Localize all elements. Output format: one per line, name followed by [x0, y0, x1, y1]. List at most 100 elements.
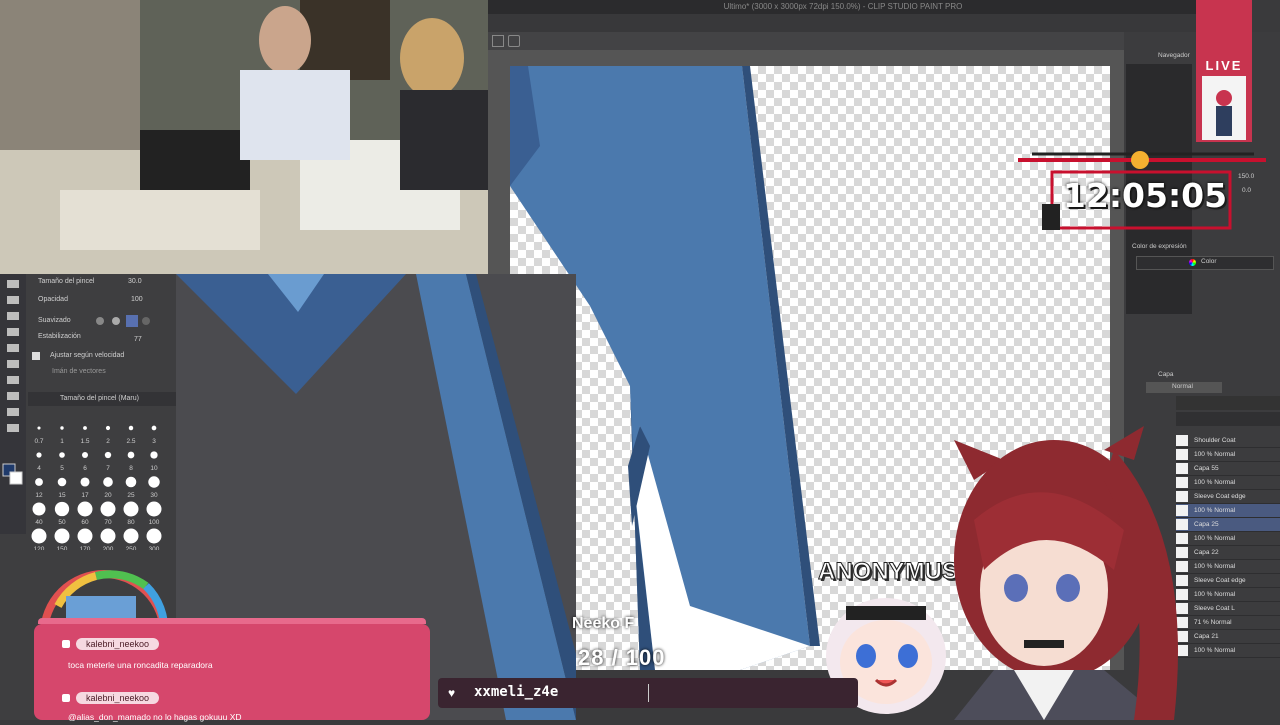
- eraser-tool-icon[interactable]: [7, 312, 19, 320]
- opacity-value[interactable]: 100: [131, 296, 143, 303]
- menu-icon[interactable]: [492, 35, 504, 47]
- brush-size-label: 250: [126, 546, 137, 550]
- brush-size-dot[interactable]: [77, 501, 93, 517]
- brush-size-dot[interactable]: [104, 451, 112, 459]
- brush-size-label: 25: [127, 492, 135, 499]
- brush-size-label: 100: [149, 519, 160, 526]
- brush-size-label: Tamaño del pincel: [38, 278, 95, 285]
- brush-size-dot[interactable]: [54, 501, 70, 517]
- mini-avatar: [1202, 76, 1246, 140]
- stabilization-label: Estabilización: [38, 333, 81, 340]
- window-title: Ultimo* (3000 x 3000px 72dpi 150.0%) - C…: [723, 2, 963, 11]
- app-title-bar: Ultimo* (3000 x 3000px 72dpi 150.0%) - C…: [488, 0, 1198, 14]
- speed-checkbox[interactable]: [32, 352, 40, 360]
- tool-strip: [0, 274, 26, 534]
- brush-size-dot[interactable]: [151, 425, 157, 431]
- layer-tab[interactable]: Capa: [1158, 371, 1174, 378]
- brush-size-label: 70: [104, 519, 112, 526]
- badge-icon: [62, 640, 70, 648]
- brush-size-dot[interactable]: [103, 477, 113, 487]
- brush-size-label: 7: [106, 465, 110, 472]
- brush-size-label: 50: [58, 519, 66, 526]
- brush-size-dot[interactable]: [100, 501, 116, 517]
- fill-tool-icon[interactable]: [7, 328, 19, 336]
- brush-size-label: 300: [149, 546, 160, 550]
- brush-size-dot[interactable]: [83, 426, 87, 430]
- brush-size-dot[interactable]: [123, 528, 139, 544]
- chat-username: kalebni_neekoo: [76, 692, 160, 704]
- heart-icon: ♥: [448, 686, 456, 700]
- brush-size-dot[interactable]: [146, 501, 162, 517]
- speed-label: Ajustar según velocidad: [50, 352, 125, 359]
- preset-title: Tamaño del pincel (Maru): [60, 395, 139, 402]
- brush-size-value[interactable]: 30.0: [128, 278, 142, 285]
- blend-mode-select[interactable]: Normal: [1146, 382, 1222, 393]
- chat-username: kalebni_neekoo: [76, 638, 160, 650]
- eyedropper-tool-icon[interactable]: [7, 424, 19, 432]
- brush-size-dot[interactable]: [105, 425, 111, 431]
- color-mode-select[interactable]: Color: [1136, 256, 1274, 270]
- brush-size-label: 17: [81, 492, 89, 499]
- stabilization-value[interactable]: 77: [134, 336, 142, 343]
- ruler-tool-icon[interactable]: [7, 392, 19, 400]
- bell-icon: [1131, 151, 1149, 169]
- gradient-tool-icon[interactable]: [7, 408, 19, 416]
- menu-bar: [488, 14, 1198, 32]
- brush-size-dot[interactable]: [57, 477, 67, 487]
- vtuber-avatar: [934, 420, 1206, 720]
- brush-size-dot[interactable]: [37, 426, 41, 430]
- brush-tool-icon[interactable]: [7, 296, 19, 304]
- brush-size-label: 1: [60, 438, 64, 445]
- brush-size-label: 60: [81, 519, 89, 526]
- brush-size-dot[interactable]: [36, 452, 42, 458]
- brush-size-label: 2.5: [126, 438, 135, 445]
- goal-count: 28 / 100: [578, 645, 666, 670]
- brush-size-dot[interactable]: [31, 528, 47, 544]
- opacity-label: Opacidad: [38, 296, 68, 303]
- webcam-scene: [0, 0, 488, 274]
- brush-size-label: 120: [34, 546, 45, 550]
- brush-size-label: 10: [150, 465, 158, 472]
- brush-size-label: 6: [83, 465, 87, 472]
- vector-magnet-label: Imán de vectores: [52, 368, 106, 375]
- navigator-label: Navegador: [1158, 52, 1190, 59]
- brush-size-dot[interactable]: [127, 451, 135, 459]
- brush-size-dot[interactable]: [80, 477, 90, 487]
- brush-size-dot[interactable]: [54, 528, 70, 544]
- brush-size-label: 8: [129, 465, 133, 472]
- brush-size-dot[interactable]: [123, 501, 139, 517]
- brush-size-dot[interactable]: [59, 452, 65, 458]
- brush-size-dot[interactable]: [100, 528, 116, 544]
- brush-size-dot[interactable]: [146, 528, 162, 544]
- smoothing-label: Suavizado: [38, 317, 71, 324]
- live-label: LIVE: [1205, 58, 1243, 73]
- pen-tool-icon[interactable]: [7, 280, 19, 288]
- brush-size-label: 150: [57, 546, 68, 550]
- brush-size-label: 200: [103, 546, 114, 550]
- brush-size-dot[interactable]: [35, 478, 43, 486]
- select-tool-icon[interactable]: [7, 344, 19, 352]
- text-tool-icon[interactable]: [7, 376, 19, 384]
- brush-size-dot[interactable]: [60, 426, 64, 430]
- sub-color-swatch[interactable]: [9, 471, 23, 485]
- latest-follower-name: xxmeli_z4e: [474, 684, 559, 700]
- brush-size-label: 40: [35, 519, 43, 526]
- brush-size-dot[interactable]: [125, 476, 137, 488]
- brush-size-dot[interactable]: [150, 451, 158, 459]
- goal-name: Neeko F: [572, 615, 635, 632]
- settings-icon[interactable]: [508, 35, 520, 47]
- chat-top-ribbon: [38, 618, 426, 624]
- webcam-video: [0, 0, 488, 274]
- badge-icon: [62, 694, 70, 702]
- preset-header: Tamaño del pincel (Maru): [28, 392, 176, 406]
- brush-size-dot[interactable]: [77, 528, 93, 544]
- move-tool-icon[interactable]: [7, 360, 19, 368]
- blend-mode-value: Normal: [1172, 383, 1193, 390]
- brush-size-label: 2: [106, 438, 110, 445]
- layer-toolbar: [1176, 396, 1280, 410]
- brush-size-dot[interactable]: [81, 451, 89, 459]
- brush-size-dot[interactable]: [148, 476, 160, 488]
- brush-size-dot[interactable]: [128, 425, 134, 431]
- brush-size-dot[interactable]: [32, 502, 46, 516]
- smoothing-options[interactable]: [94, 315, 156, 327]
